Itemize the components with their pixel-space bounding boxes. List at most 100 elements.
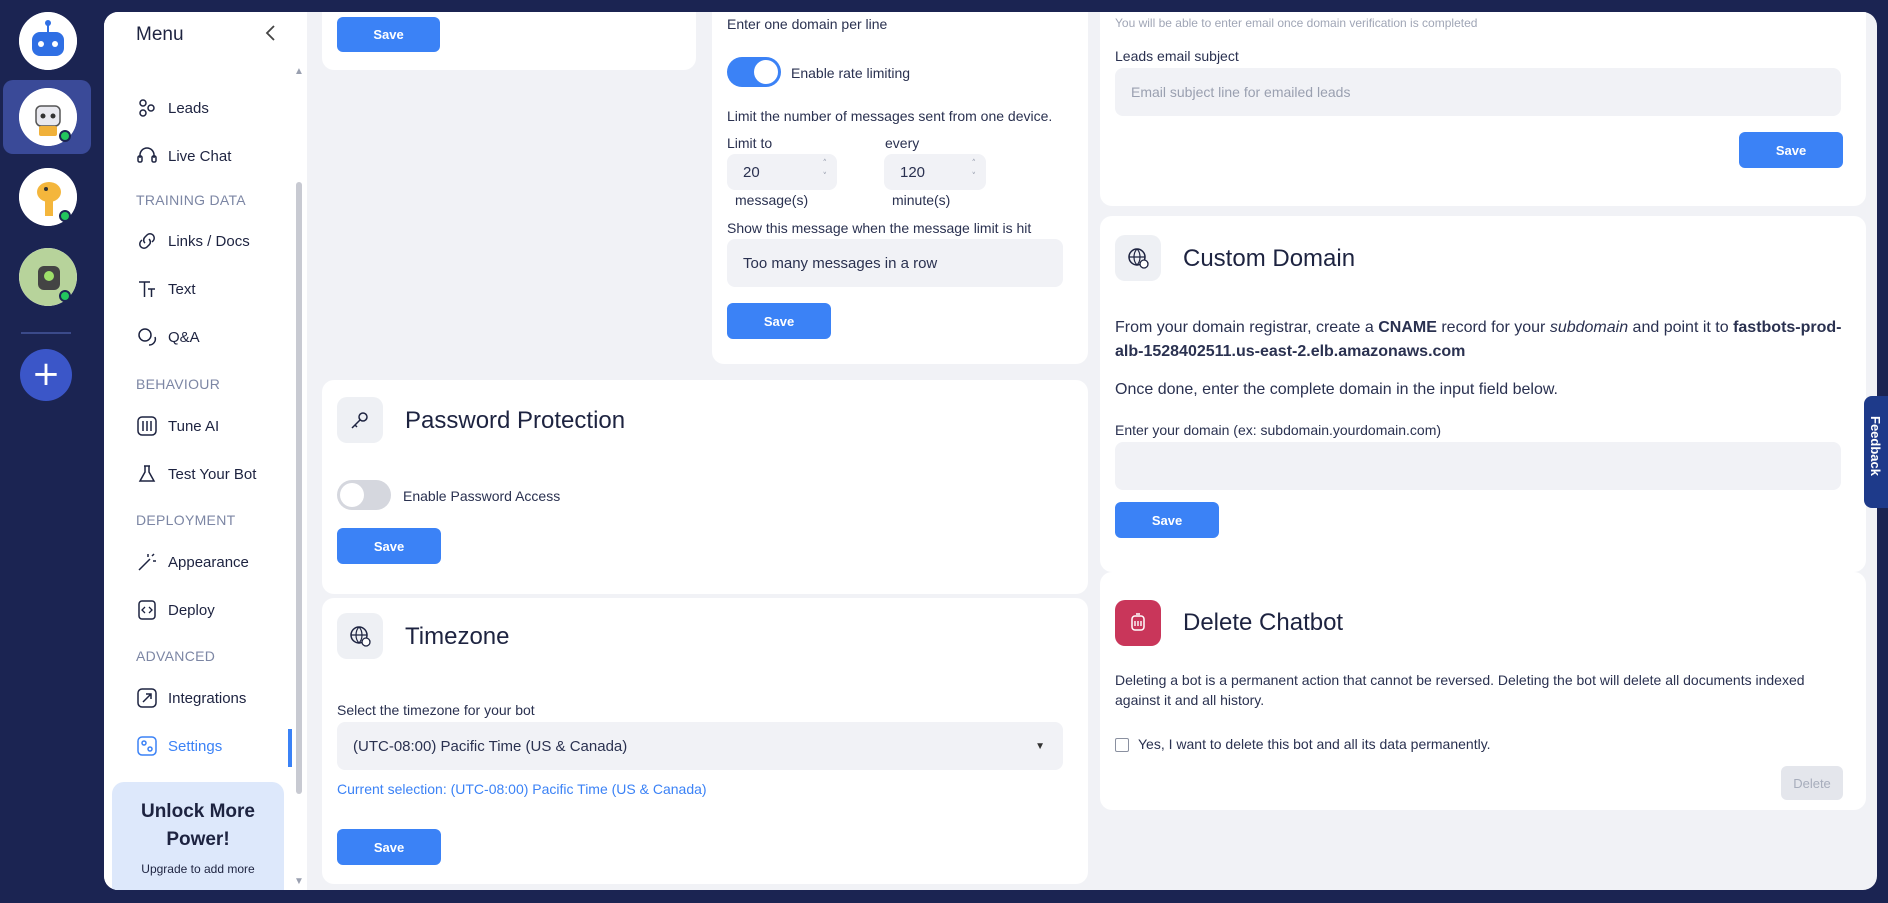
domain-input[interactable]	[1115, 442, 1841, 490]
domain-done-text: Once done, enter the complete domain in …	[1115, 381, 1558, 398]
sidebar-item-live-chat[interactable]: Live Chat	[136, 142, 231, 170]
custom-domain-card: Custom Domain From your domain registrar…	[1100, 216, 1866, 572]
limit-message-input[interactable]: Too many messages in a row	[727, 239, 1063, 287]
sidebar-item-label: Text	[168, 280, 196, 298]
sidebar-item-text[interactable]: Text	[136, 275, 196, 303]
sidebar-item-leads[interactable]: Leads	[136, 94, 209, 122]
sidebar-item-qa[interactable]: Q&A	[136, 323, 200, 351]
delete-warning: Deleting a bot is a permanent action tha…	[1115, 672, 1805, 708]
caret-down-icon: ▼	[1035, 740, 1045, 752]
sidebar-item-label: Leads	[168, 99, 209, 117]
section-behaviour: BEHAVIOUR	[136, 376, 221, 392]
delete-confirm-checkbox[interactable]	[1115, 738, 1129, 752]
spinner-arrows-icon[interactable]: ˄ ˅	[972, 158, 977, 184]
sidebar-item-settings[interactable]: Settings	[136, 732, 222, 760]
limit-message-label: Show this message when the message limit…	[727, 220, 1032, 236]
sidebar-item-deploy[interactable]: Deploy	[136, 596, 215, 624]
password-toggle[interactable]	[337, 480, 391, 510]
verification-note: You will be able to enter email once dom…	[1115, 16, 1478, 30]
save-leads-email-button[interactable]: Save	[1739, 132, 1843, 168]
add-bot-button[interactable]: +	[20, 349, 72, 401]
sidebar-item-label: Q&A	[168, 328, 200, 346]
limit-description: Limit the number of messages sent from o…	[727, 108, 1053, 124]
save-timezone-button[interactable]: Save	[337, 829, 441, 865]
menu-title: Menu	[136, 24, 184, 45]
section-advanced: ADVANCED	[136, 648, 216, 664]
minute-window-input[interactable]: 120 ˄ ˅	[884, 154, 986, 190]
leads-email-card: You will be able to enter email once dom…	[1100, 12, 1866, 206]
timezone-select-label: Select the timezone for your bot	[337, 702, 535, 718]
chevron-left-icon[interactable]	[264, 24, 278, 48]
delete-button[interactable]: Delete	[1781, 766, 1843, 800]
spinner-arrows-icon[interactable]: ˄ ˅	[823, 158, 828, 184]
chat-bubbles-icon	[138, 328, 157, 346]
timezone-card: Timezone Select the timezone for your bo…	[322, 598, 1088, 884]
rate-limit-toggle[interactable]	[727, 57, 781, 87]
rail-divider	[21, 332, 71, 334]
sidebar-item-label: Settings	[168, 737, 223, 755]
scroll-up-arrow-icon[interactable]: ▲	[294, 66, 304, 77]
link-icon	[139, 233, 155, 249]
message-limit-input[interactable]: 20 ˄ ˅	[727, 154, 837, 190]
leads-email-subject-input[interactable]: Email subject line for emailed leads	[1115, 68, 1841, 116]
magic-wand-icon	[138, 553, 156, 571]
minute-window-value: 120	[900, 163, 926, 181]
globe-icon	[1115, 235, 1161, 281]
sidebar-item-label: Appearance	[168, 553, 249, 571]
password-toggle-label: Enable Password Access	[403, 488, 561, 504]
delete-chatbot-title: Delete Chatbot	[1183, 609, 1344, 636]
sidebar-item-label: Links / Docs	[168, 232, 250, 250]
code-icon	[138, 600, 156, 620]
upgrade-card[interactable]: Unlock More Power! Upgrade to add more	[112, 782, 284, 890]
minutes-unit: minute(s)	[892, 192, 951, 208]
top-left-card: Save	[322, 12, 696, 70]
sidebar-item-label: Test Your Bot	[168, 465, 257, 483]
feedback-tab[interactable]: Feedback	[1864, 396, 1888, 508]
timezone-title: Timezone	[405, 623, 510, 650]
save-domain-button[interactable]: Save	[1115, 502, 1219, 538]
rate-limit-card: Enter one domain per line Enable rate li…	[712, 12, 1088, 364]
sidebar-item-test-your-bot[interactable]: Test Your Bot	[136, 460, 256, 488]
leads-icon	[139, 99, 155, 117]
app-shell: Menu Leads Live Chat TRAINING DATA Links…	[104, 12, 1877, 890]
sidebar-item-tune-ai[interactable]: Tune AI	[136, 412, 219, 440]
save-password-button[interactable]: Save	[337, 528, 441, 564]
sliders-icon	[137, 416, 157, 436]
section-training-data: TRAINING DATA	[136, 192, 246, 208]
scroll-down-arrow-icon[interactable]: ▼	[294, 876, 304, 887]
save-rate-limit-button[interactable]: Save	[727, 303, 831, 339]
active-indicator	[288, 729, 292, 767]
password-protection-card: Password Protection Enable Password Acce…	[322, 380, 1088, 594]
integrations-icon	[137, 688, 157, 708]
domain-input-label: Enter your domain (ex: subdomain.yourdom…	[1115, 422, 1442, 438]
sidebar-item-integrations[interactable]: Integrations	[136, 684, 246, 712]
globe-clock-icon	[337, 613, 383, 659]
sidebar-item-links-docs[interactable]: Links / Docs	[136, 227, 250, 255]
password-protection-title: Password Protection	[405, 407, 626, 434]
main-bot-avatar[interactable]	[19, 12, 77, 70]
online-status-dot	[59, 130, 71, 142]
online-status-dot	[59, 210, 71, 222]
messages-unit: message(s)	[735, 192, 809, 208]
rate-limit-toggle-label: Enable rate limiting	[791, 65, 911, 81]
feedback-label: Feedback	[1868, 416, 1883, 476]
delete-confirm-label: Yes, I want to delete this bot and all i…	[1138, 736, 1491, 752]
headset-icon	[137, 147, 157, 163]
bot-rail: +	[0, 0, 96, 903]
save-button[interactable]: Save	[337, 17, 440, 52]
upgrade-title: Unlock More Power!	[140, 801, 256, 850]
sidebar-item-appearance[interactable]: Appearance	[136, 548, 249, 576]
custom-domain-title: Custom Domain	[1183, 245, 1356, 272]
key-icon	[337, 397, 383, 443]
timezone-selected-value: (UTC-08:00) Pacific Time (US & Canada)	[353, 737, 628, 755]
domain-hint: Enter one domain per line	[727, 16, 888, 32]
sidebar-scrollbar[interactable]	[296, 182, 302, 794]
flask-icon	[138, 465, 156, 482]
message-limit-value: 20	[743, 163, 760, 181]
current-timezone-text: Current selection: (UTC-08:00) Pacific T…	[337, 781, 707, 797]
timezone-select[interactable]: (UTC-08:00) Pacific Time (US & Canada) ▼	[337, 722, 1063, 770]
section-deployment: DEPLOYMENT	[136, 512, 236, 528]
sidebar-item-label: Tune AI	[168, 417, 220, 435]
every-label: every	[885, 135, 920, 151]
settings-sliders-icon	[137, 736, 157, 756]
